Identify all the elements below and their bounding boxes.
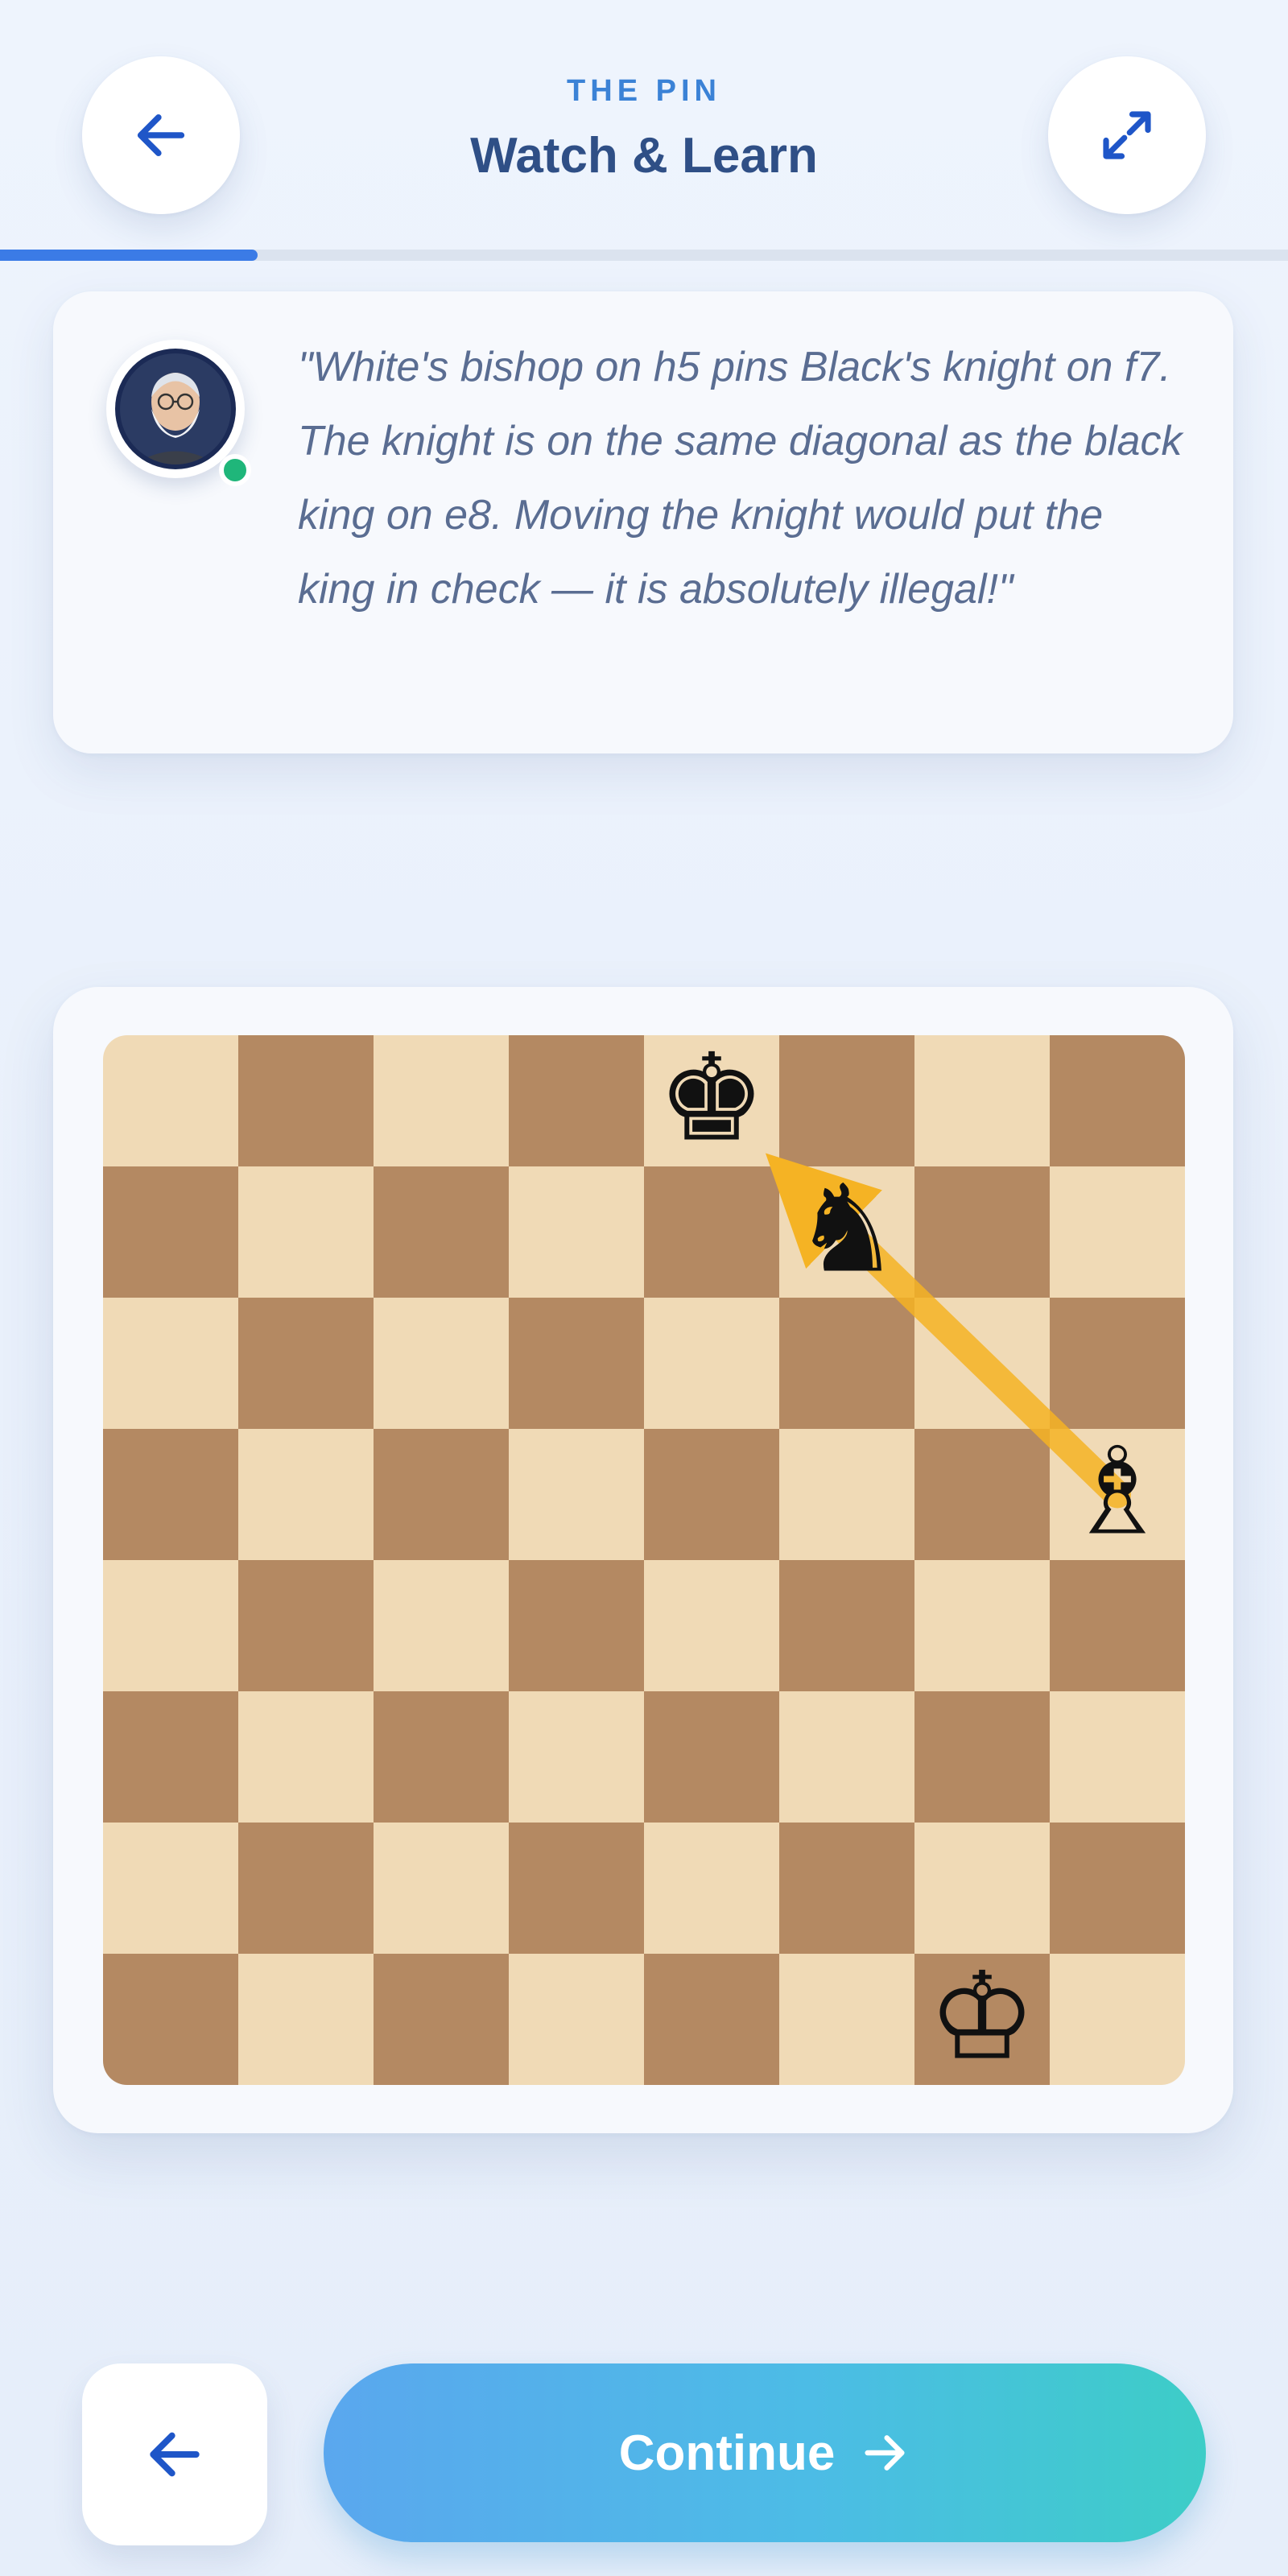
square-h3[interactable] [1050, 1691, 1185, 1823]
square-f5[interactable] [779, 1429, 914, 1560]
square-a5[interactable] [103, 1429, 238, 1560]
square-b6[interactable] [238, 1298, 374, 1429]
square-g8[interactable] [914, 1035, 1050, 1166]
square-a1[interactable] [103, 1954, 238, 2085]
progress-bar [0, 250, 1288, 261]
square-a3[interactable] [103, 1691, 238, 1823]
square-f6[interactable] [779, 1298, 914, 1429]
expand-diagonal-icon [1103, 111, 1151, 159]
arrow-left-icon [150, 2432, 200, 2477]
square-b8[interactable] [238, 1035, 374, 1166]
square-d2[interactable] [509, 1823, 644, 1954]
square-h2[interactable] [1050, 1823, 1185, 1954]
square-c8[interactable] [374, 1035, 509, 1166]
square-e6[interactable] [644, 1298, 779, 1429]
chess-board[interactable] [103, 1035, 1185, 2085]
square-b2[interactable] [238, 1823, 374, 1954]
square-g2[interactable] [914, 1823, 1050, 1954]
square-b4[interactable] [238, 1560, 374, 1691]
square-g5[interactable] [914, 1429, 1050, 1560]
square-a2[interactable] [103, 1823, 238, 1954]
square-e2[interactable] [644, 1823, 779, 1954]
square-b7[interactable] [238, 1166, 374, 1298]
square-f2[interactable] [779, 1823, 914, 1954]
coach-avatar-icon [115, 349, 236, 469]
square-f8[interactable] [779, 1035, 914, 1166]
continue-button[interactable]: Continue [324, 2363, 1206, 2542]
square-d3[interactable] [509, 1691, 644, 1823]
square-d4[interactable] [509, 1560, 644, 1691]
square-f3[interactable] [779, 1691, 914, 1823]
square-e8[interactable] [644, 1035, 779, 1166]
square-e1[interactable] [644, 1954, 779, 2085]
square-g3[interactable] [914, 1691, 1050, 1823]
progress-fill [0, 250, 258, 261]
square-f1[interactable] [779, 1954, 914, 2085]
square-f4[interactable] [779, 1560, 914, 1691]
square-e3[interactable] [644, 1691, 779, 1823]
square-a8[interactable] [103, 1035, 238, 1166]
square-h1[interactable] [1050, 1954, 1185, 2085]
square-d8[interactable] [509, 1035, 644, 1166]
square-h7[interactable] [1050, 1166, 1185, 1298]
online-status-dot [219, 454, 251, 486]
square-d1[interactable] [509, 1954, 644, 2085]
square-g6[interactable] [914, 1298, 1050, 1429]
square-d7[interactable] [509, 1166, 644, 1298]
square-f7[interactable] [779, 1166, 914, 1298]
coach-message: "White's bishop on h5 pins Black's knigh… [298, 344, 1183, 613]
square-e4[interactable] [644, 1560, 779, 1691]
continue-label: Continue [618, 2425, 836, 2481]
square-d5[interactable] [509, 1429, 644, 1560]
expand-button[interactable] [1048, 56, 1206, 214]
square-a7[interactable] [103, 1166, 238, 1298]
coach-avatar [106, 340, 251, 486]
arrow-right-icon [865, 2435, 905, 2471]
square-c2[interactable] [374, 1823, 509, 1954]
square-e7[interactable] [644, 1166, 779, 1298]
square-a4[interactable] [103, 1560, 238, 1691]
square-b5[interactable] [238, 1429, 374, 1560]
square-b1[interactable] [238, 1954, 374, 2085]
previous-button[interactable] [82, 2363, 267, 2545]
square-c5[interactable] [374, 1429, 509, 1560]
square-a6[interactable] [103, 1298, 238, 1429]
square-c3[interactable] [374, 1691, 509, 1823]
square-g4[interactable] [914, 1560, 1050, 1691]
square-h4[interactable] [1050, 1560, 1185, 1691]
square-c1[interactable] [374, 1954, 509, 2085]
square-h5[interactable] [1050, 1429, 1185, 1560]
square-b3[interactable] [238, 1691, 374, 1823]
square-g7[interactable] [914, 1166, 1050, 1298]
square-d6[interactable] [509, 1298, 644, 1429]
square-c4[interactable] [374, 1560, 509, 1691]
square-c6[interactable] [374, 1298, 509, 1429]
square-g1[interactable] [914, 1954, 1050, 2085]
square-c7[interactable] [374, 1166, 509, 1298]
square-h6[interactable] [1050, 1298, 1185, 1429]
square-e5[interactable] [644, 1429, 779, 1560]
square-h8[interactable] [1050, 1035, 1185, 1166]
